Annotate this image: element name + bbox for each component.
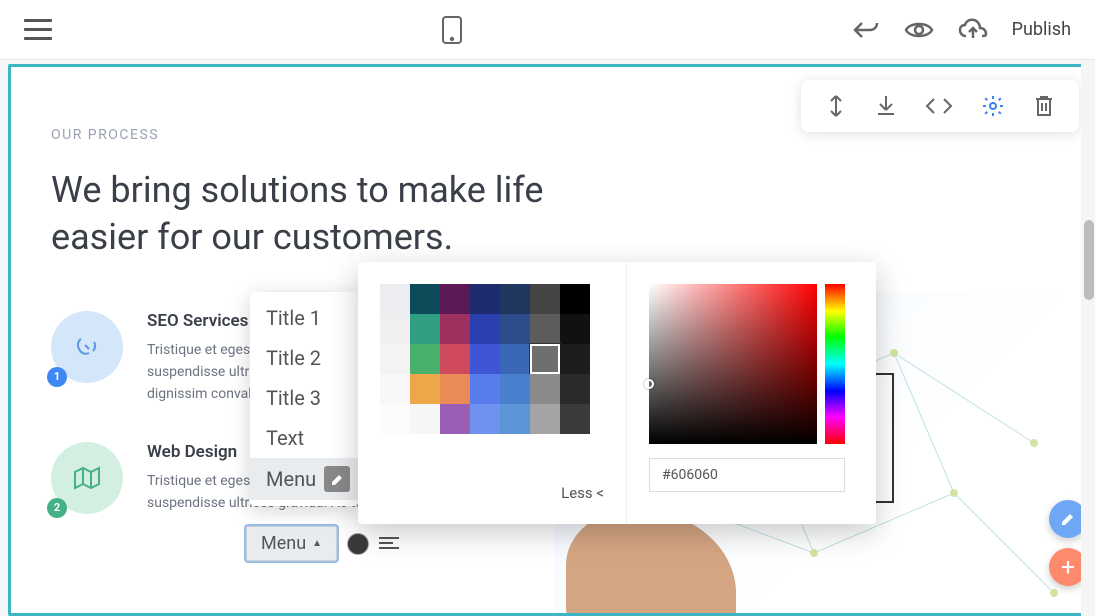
feature-badge: 1: [47, 367, 67, 387]
feature-icon: 1: [51, 311, 123, 383]
text-style-dropdown: Title 1 Title 2 Title 3 Text Menu: [250, 292, 358, 506]
color-swatch[interactable]: [380, 374, 410, 404]
code-section-icon[interactable]: [925, 96, 953, 116]
color-swatch[interactable]: [470, 314, 500, 344]
color-swatch[interactable]: [380, 344, 410, 374]
color-swatch[interactable]: [500, 344, 530, 374]
color-swatch[interactable]: [440, 314, 470, 344]
settings-section-icon[interactable]: [981, 94, 1005, 118]
text-style-menu-button[interactable]: Menu▲: [246, 526, 337, 561]
color-swatch[interactable]: [500, 284, 530, 314]
section-headline[interactable]: We bring solutions to make life easier f…: [51, 167, 571, 261]
move-section-icon[interactable]: [825, 94, 847, 118]
color-swatch[interactable]: [500, 404, 530, 434]
color-swatch[interactable]: [560, 314, 590, 344]
color-swatch[interactable]: [530, 374, 560, 404]
save-section-icon[interactable]: [875, 94, 897, 118]
swatch-grid: [380, 284, 604, 434]
color-swatch[interactable]: [470, 284, 500, 314]
topbar: Publish: [0, 0, 1095, 60]
color-less-toggle[interactable]: Less <: [380, 484, 604, 502]
color-swatch[interactable]: [530, 284, 560, 314]
color-swatch[interactable]: [530, 344, 560, 374]
color-satval-field[interactable]: [649, 284, 817, 444]
text-inline-toolbar: Menu▲: [246, 526, 399, 561]
color-swatch[interactable]: [410, 404, 440, 434]
color-swatch[interactable]: [440, 284, 470, 314]
color-swatch[interactable]: [410, 314, 440, 344]
color-swatch[interactable]: [560, 344, 590, 374]
menu-hamburger-button[interactable]: [24, 19, 52, 40]
color-swatch[interactable]: [410, 344, 440, 374]
undo-icon[interactable]: [852, 18, 880, 42]
delete-section-icon[interactable]: [1033, 94, 1055, 118]
feature-badge: 2: [47, 498, 67, 518]
color-swatch[interactable]: [470, 344, 500, 374]
color-swatch[interactable]: [500, 314, 530, 344]
publish-button[interactable]: Publish: [1012, 19, 1071, 40]
color-swatch[interactable]: [530, 404, 560, 434]
scrollbar-thumb[interactable]: [1084, 220, 1094, 300]
color-picker-panel: Less <: [358, 262, 876, 524]
text-style-option[interactable]: Text: [250, 418, 358, 458]
text-align-button[interactable]: [379, 536, 399, 552]
color-swatch[interactable]: [470, 374, 500, 404]
color-swatch[interactable]: [380, 404, 410, 434]
color-swatch[interactable]: [470, 404, 500, 434]
color-swatch[interactable]: [560, 374, 590, 404]
vertical-scrollbar[interactable]: [1081, 60, 1095, 616]
text-color-button[interactable]: [347, 533, 369, 555]
text-style-option[interactable]: Title 3: [250, 378, 358, 418]
preview-eye-icon[interactable]: [904, 19, 934, 41]
text-style-option[interactable]: Title 1: [250, 298, 358, 338]
feature-icon: 2: [51, 442, 123, 514]
color-swatch[interactable]: [410, 374, 440, 404]
color-swatch[interactable]: [500, 374, 530, 404]
color-swatch[interactable]: [560, 284, 590, 314]
color-swatch[interactable]: [440, 374, 470, 404]
color-swatch[interactable]: [560, 404, 590, 434]
edit-style-icon[interactable]: [324, 466, 350, 492]
color-hex-input[interactable]: [649, 458, 845, 492]
color-swatch[interactable]: [380, 314, 410, 344]
satval-cursor[interactable]: [644, 379, 654, 389]
color-hue-slider[interactable]: [825, 284, 845, 444]
publish-cloud-icon[interactable]: [958, 18, 988, 42]
color-swatch[interactable]: [410, 284, 440, 314]
color-swatch[interactable]: [380, 284, 410, 314]
text-style-option-selected[interactable]: Menu: [250, 458, 358, 500]
color-swatch[interactable]: [530, 314, 560, 344]
color-swatch[interactable]: [440, 404, 470, 434]
color-swatch[interactable]: [440, 344, 470, 374]
text-style-option[interactable]: Title 2: [250, 338, 358, 378]
section-toolbar: [801, 80, 1079, 132]
mobile-preview-icon[interactable]: [441, 15, 463, 45]
